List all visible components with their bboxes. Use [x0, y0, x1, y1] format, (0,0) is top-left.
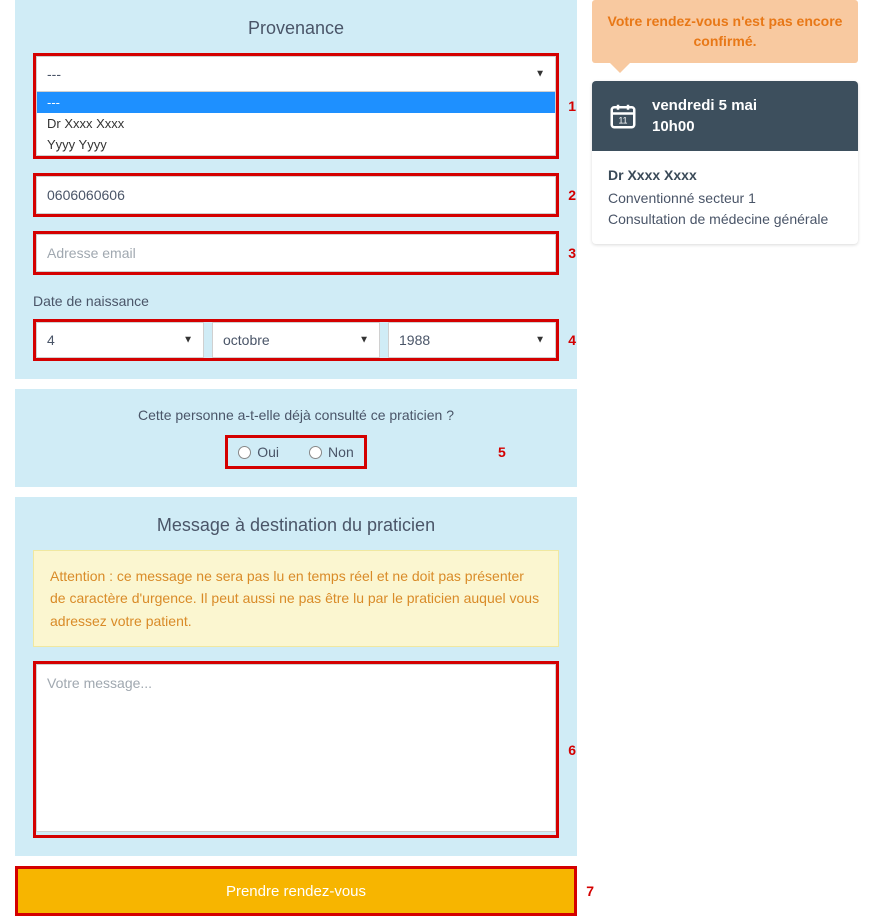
dob-day-select[interactable]: 4 ▼ [36, 322, 204, 358]
main-form: Provenance --- ▼ --- Dr Xxxx Xxxx Yyyy Y… [15, 0, 577, 916]
annotation-number: 7 [586, 883, 594, 899]
radio-icon [238, 446, 251, 459]
annotation-number: 2 [568, 187, 576, 203]
dob-year-select[interactable]: 1988 ▼ [388, 322, 556, 358]
section-title-provenance: Provenance [33, 18, 559, 39]
doctor-name: Dr Xxxx Xxxx [608, 165, 842, 186]
provenance-option[interactable]: --- [37, 92, 555, 113]
appointment-time: 10h00 [652, 116, 757, 137]
section-message: Message à destination du praticien Atten… [15, 497, 577, 856]
email-input[interactable] [36, 234, 556, 272]
dob-month-select[interactable]: octobre ▼ [212, 322, 380, 358]
consult-question-label: Cette personne a-t-elle déjà consulté ce… [33, 407, 559, 423]
appointment-header: 11 vendredi 5 mai 10h00 [592, 81, 858, 151]
highlight-provenance-select: --- ▼ --- Dr Xxxx Xxxx Yyyy Yyyy 1 [33, 53, 559, 159]
annotation-number: 1 [568, 98, 576, 114]
chevron-down-icon: ▼ [359, 335, 369, 346]
section-consult-question: Cette personne a-t-elle déjà consulté ce… [15, 389, 577, 487]
appointment-date: vendredi 5 mai [652, 95, 757, 116]
appointment-datetime: vendredi 5 mai 10h00 [652, 95, 757, 137]
submit-button[interactable]: Prendre rendez-vous [18, 869, 574, 913]
appointment-body: Dr Xxxx Xxxx Conventionné secteur 1 Cons… [592, 151, 858, 244]
warning-message: Attention : ce message ne sera pas lu en… [33, 550, 559, 647]
highlight-message: 6 [33, 661, 559, 838]
highlight-phone: 2 [33, 173, 559, 217]
section-title-message: Message à destination du praticien [33, 515, 559, 536]
svg-text:11: 11 [618, 116, 627, 126]
radio-icon [309, 446, 322, 459]
sidebar: Votre rendez-vous n'est pas encore confi… [592, 0, 858, 244]
appointment-card: 11 vendredi 5 mai 10h00 Dr Xxxx Xxxx Con… [592, 81, 858, 244]
annotation-number: 4 [568, 332, 576, 348]
provenance-select-value: --- [47, 66, 61, 82]
annotation-number: 5 [498, 444, 506, 460]
highlight-dob: 4 ▼ octobre ▼ 1988 ▼ 4 [33, 319, 559, 361]
chevron-down-icon: ▼ [535, 335, 545, 346]
message-textarea[interactable] [36, 664, 556, 832]
radio-no[interactable]: Non [309, 444, 354, 460]
submit-button-label: Prendre rendez-vous [226, 883, 366, 900]
dob-day-value: 4 [47, 332, 55, 348]
consultation-type: Consultation de médecine générale [608, 209, 842, 230]
provenance-option[interactable]: Yyyy Yyyy [37, 134, 555, 155]
calendar-icon: 11 [608, 101, 638, 131]
highlight-email: 3 [33, 231, 559, 275]
confirmation-alert: Votre rendez-vous n'est pas encore confi… [592, 0, 858, 63]
highlight-radio: Oui Non 5 [225, 435, 366, 469]
radio-yes[interactable]: Oui [238, 444, 279, 460]
provenance-dropdown: --- Dr Xxxx Xxxx Yyyy Yyyy [36, 92, 556, 156]
radio-yes-label: Oui [257, 444, 279, 460]
highlight-submit: Prendre rendez-vous 7 [15, 866, 577, 916]
phone-input[interactable] [36, 176, 556, 214]
dob-label: Date de naissance [33, 293, 559, 309]
dob-month-value: octobre [223, 332, 270, 348]
dob-year-value: 1988 [399, 332, 430, 348]
doctor-sector: Conventionné secteur 1 [608, 188, 842, 209]
provenance-select[interactable]: --- ▼ [36, 56, 556, 92]
chevron-down-icon: ▼ [535, 69, 545, 80]
section-provenance: Provenance --- ▼ --- Dr Xxxx Xxxx Yyyy Y… [15, 0, 577, 379]
provenance-option[interactable]: Dr Xxxx Xxxx [37, 113, 555, 134]
chevron-down-icon: ▼ [183, 335, 193, 346]
radio-no-label: Non [328, 444, 354, 460]
annotation-number: 6 [568, 742, 576, 758]
annotation-number: 3 [568, 245, 576, 261]
